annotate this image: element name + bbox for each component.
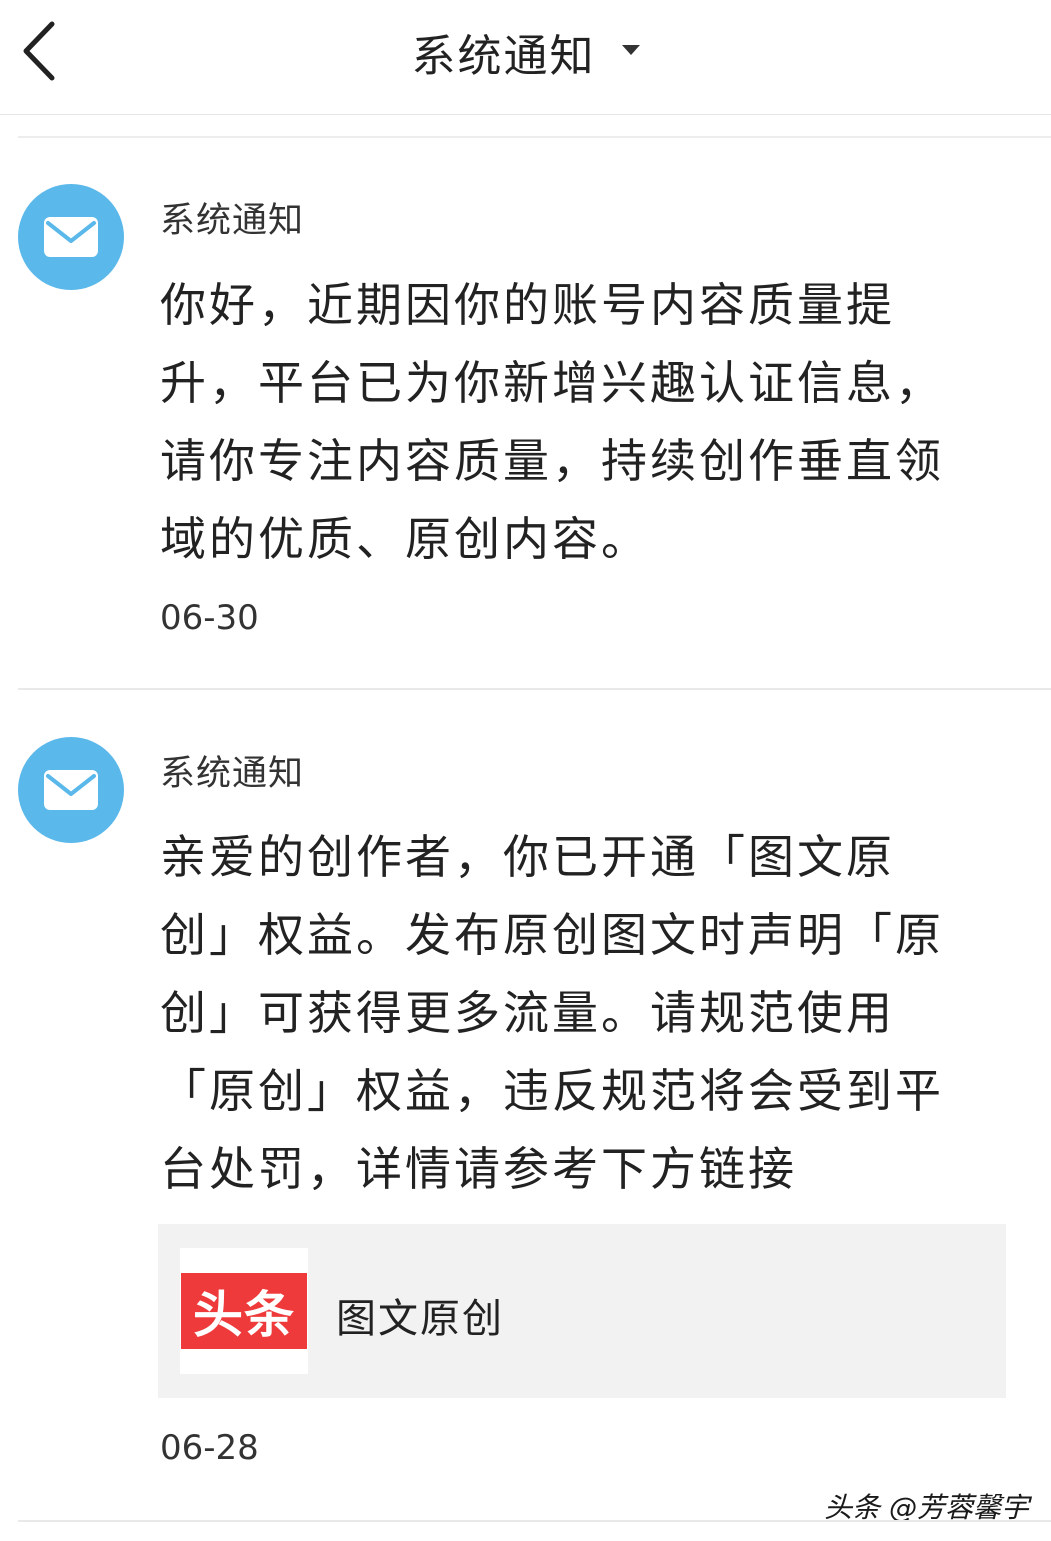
notification-body: 你好，近期因你的账号内容质量提 升，平台已为你新增兴趣认证信息， 请你专注内容质… <box>160 266 990 578</box>
envelope-icon <box>44 217 98 257</box>
toutiao-logo-badge: 头条 <box>181 1273 307 1349</box>
toutiao-logo: 头条 <box>180 1248 308 1374</box>
logo-text: 头条 <box>193 1286 295 1344</box>
body-line: 你好，近期因你的账号内容质量提 <box>160 278 895 332</box>
notification-body: 亲爱的创作者，你已开通「图文原 创」权益。发布原创图文时声明「原 创」可获得更多… <box>160 818 990 1208</box>
caret-down-icon[interactable] <box>621 45 640 55</box>
title-dropdown[interactable]: 系统通知 <box>0 22 1051 82</box>
link-card-original-article[interactable]: 头条 图文原创 <box>158 1224 1006 1398</box>
body-line: 创」权益。发布原创图文时声明「原 <box>160 908 944 962</box>
notification-sender: 系统通知 <box>160 201 305 241</box>
body-line: 升，平台已为你新增兴趣认证信息， <box>160 356 944 410</box>
body-line: 域的优质、原创内容。 <box>160 512 650 566</box>
body-line: 亲爱的创作者，你已开通「图文原 <box>160 830 895 884</box>
divider <box>18 688 1051 690</box>
notification-date: 06-28 <box>160 1428 259 1468</box>
divider <box>18 136 1051 138</box>
link-card-title[interactable]: 图文原创 <box>336 1286 504 1344</box>
page-title[interactable]: 系统通知 <box>412 20 596 84</box>
body-line: 「原创」权益，违反规范将会受到平 <box>160 1064 944 1118</box>
envelope-icon <box>44 770 98 810</box>
body-line: 创」可获得更多流量。请规范使用 <box>160 986 895 1040</box>
notification-date: 06-30 <box>160 598 259 638</box>
body-line: 请你专注内容质量，持续创作垂直领 <box>160 434 944 488</box>
notification-sender: 系统通知 <box>160 754 305 794</box>
notification-avatar <box>18 737 124 843</box>
top-nav-bar: 系统通知 <box>0 0 1051 115</box>
notification-avatar <box>18 184 124 290</box>
body-line: 台处罚，详情请参考下方链接 <box>160 1142 797 1196</box>
divider <box>18 1520 1051 1522</box>
